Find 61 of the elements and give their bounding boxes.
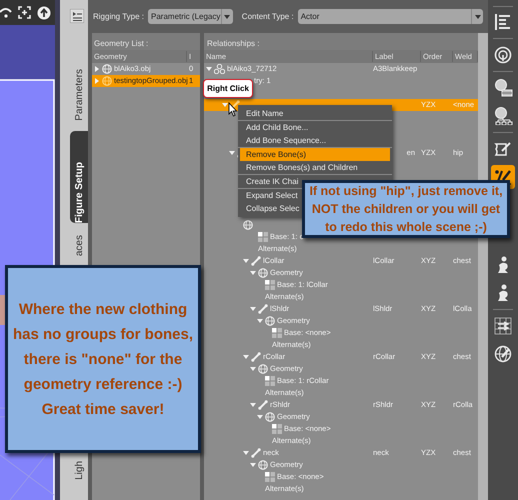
menu-item[interactable]: Create IK Chai [240, 175, 300, 188]
side-tab[interactable]: Ligh [70, 452, 88, 480]
callout-bubble: Right Click [203, 79, 253, 98]
expanded-arrow-icon[interactable] [206, 66, 212, 72]
menu-item[interactable]: Edit Name [240, 107, 284, 120]
grid-squares-icon [272, 328, 282, 338]
grid-squares-icon [265, 280, 275, 290]
caret-icon [474, 14, 480, 18]
frame-icon[interactable] [18, 6, 31, 19]
bone-icon [251, 256, 261, 266]
sphere-icon [265, 316, 275, 326]
sphere-icon [265, 412, 275, 422]
grid-squares-icon [258, 232, 268, 242]
figure-icon [214, 64, 225, 74]
dial-icon[interactable] [494, 46, 512, 64]
note-box: Where the new clothing has no groups for bones, there is "none" for the geometry reference :-) Great time saver! [5, 265, 201, 453]
menu-item[interactable]: Remove Bones(s) and Children [240, 161, 359, 174]
orbit-icon[interactable] [0, 6, 12, 20]
panel-list-icon[interactable] [494, 13, 512, 31]
sphere-icon [258, 268, 268, 278]
globe-pencil-icon[interactable] [494, 345, 512, 363]
grid-squares-icon [265, 472, 275, 482]
content-type-label: Content Type : [242, 10, 294, 22]
bone-icon [258, 304, 268, 314]
sphere-icon [102, 76, 112, 86]
sphere-icon [243, 220, 253, 230]
content-type-dropdown[interactable]: Actor [298, 9, 483, 24]
up-arrow-icon[interactable] [37, 6, 51, 20]
grid-squares-icon [272, 424, 282, 434]
cursor-icon [228, 102, 238, 117]
sphere-icon [102, 64, 112, 74]
sphere-icon [258, 364, 268, 374]
figure-icon[interactable] [493, 79, 513, 97]
expanded-arrow-icon[interactable] [222, 102, 228, 108]
grid-arrows-icon[interactable] [494, 317, 512, 335]
bone-icon [251, 352, 261, 362]
menu-item[interactable]: Add Bone Sequence... [240, 134, 328, 147]
bone-pencil-icon[interactable] [494, 168, 512, 186]
rigging-type-dropdown[interactable]: Parametric (Legacy [148, 9, 233, 24]
menu-item[interactable]: Remove Bone(s) [240, 148, 390, 161]
relationships-title: Relationships : [206, 38, 260, 50]
bone-icon [258, 400, 268, 410]
menu-item[interactable]: Add Child Bone... [240, 121, 310, 134]
sphere-icon [258, 460, 268, 470]
menu-item[interactable]: Collapse Selec [240, 202, 300, 215]
hierarchy-icon[interactable] [493, 107, 513, 125]
scroll-pen-icon[interactable] [494, 140, 512, 158]
bone-icon [251, 448, 261, 458]
side-tab[interactable]: Parameters [70, 31, 88, 121]
grid-squares-icon [265, 376, 275, 386]
note-box: If not using "hip", just remove it, NOT the children or you will get to redo this whole scene ;-) [302, 180, 510, 238]
panel-menu-icon[interactable] [70, 9, 84, 23]
side-tab[interactable]: aces [70, 231, 88, 256]
rigging-type-label: Rigging Type : [93, 10, 144, 22]
figure-pose-icon[interactable] [495, 256, 511, 274]
expanded-arrow-icon[interactable] [229, 150, 235, 156]
figure-pose-icon[interactable] [495, 284, 511, 302]
geometry-list-title: Geometry List : [93, 38, 150, 50]
menu-item[interactable]: Expand Select [240, 189, 299, 202]
caret-icon [224, 14, 230, 18]
side-tab[interactable]: Figure Setup [70, 131, 88, 223]
